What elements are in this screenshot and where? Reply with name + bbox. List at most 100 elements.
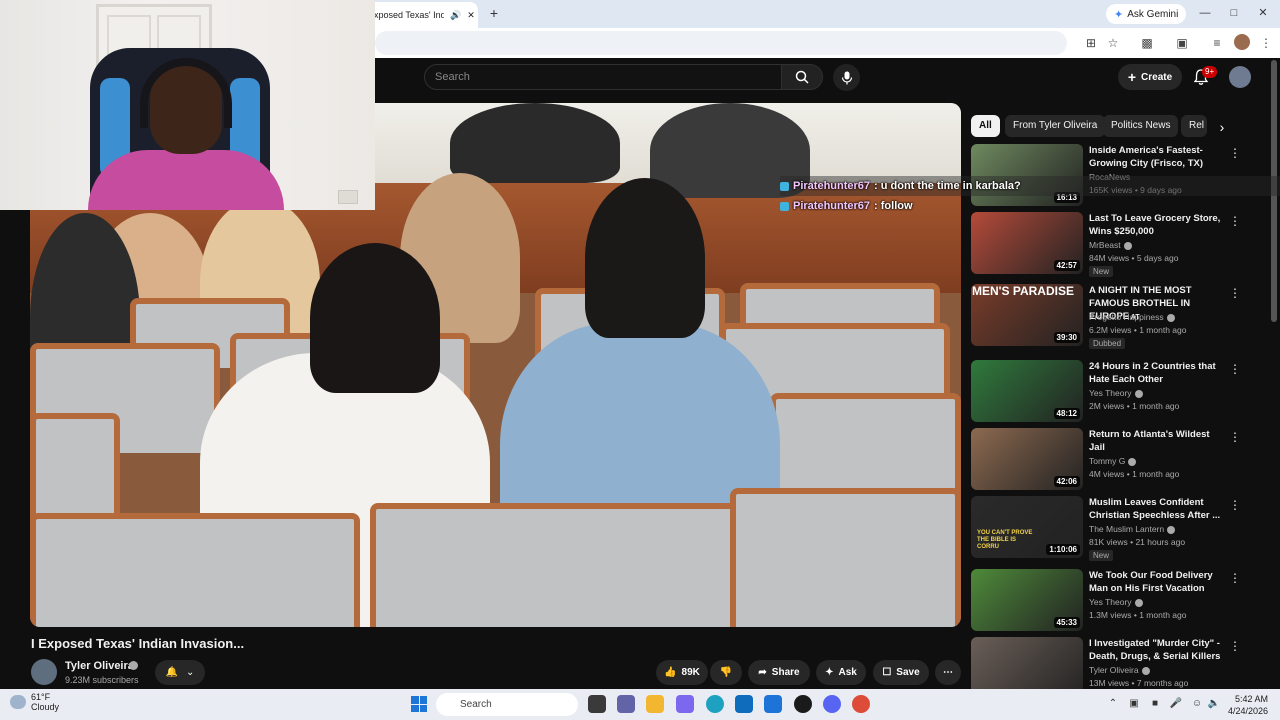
maximize-icon[interactable]: □ xyxy=(1227,6,1241,20)
discord-icon[interactable] xyxy=(823,695,841,713)
windows-icon[interactable] xyxy=(411,696,427,712)
recommendation-meta: 6.2M views • 1 month ago xyxy=(1089,325,1187,335)
clock-time: 5:42 AM xyxy=(1235,694,1269,704)
chevron-up-icon[interactable]: ⌃ xyxy=(1106,697,1120,711)
recommendation-item[interactable]: 42:57 Last To Leave Grocery Store, Wins $… xyxy=(971,212,1251,277)
account-avatar[interactable] xyxy=(1229,66,1251,88)
more-options-icon[interactable]: ⋮ xyxy=(1229,146,1241,160)
share-button[interactable]: ➦ Share xyxy=(748,660,810,685)
file-explorer-icon[interactable] xyxy=(646,695,664,713)
ask-button[interactable]: ✦ Ask xyxy=(816,660,866,685)
recommendation-item[interactable]: YOU CAN'T PROVE THE BIBLE IS CORRU 1:10:0… xyxy=(971,496,1251,561)
more-options-icon[interactable]: ⋮ xyxy=(1229,639,1241,653)
share-icon: ➦ xyxy=(758,667,767,678)
video-thumbnail[interactable]: 45:33 xyxy=(971,569,1083,631)
like-icon: 👍 xyxy=(664,667,677,678)
browser-menu-icon[interactable]: ⋮ xyxy=(1258,35,1274,51)
audio-icon[interactable]: 🔊 xyxy=(450,10,461,21)
close-tab-icon[interactable]: ✕ xyxy=(467,10,475,21)
wifi-icon[interactable]: ☺ xyxy=(1190,697,1204,711)
recommendation-item[interactable]: 45:33 We Took Our Food Delivery Man on Hi… xyxy=(971,569,1251,633)
channel-avatar[interactable] xyxy=(31,659,57,685)
recommendation-item[interactable]: 42:06 Return to Atlanta's Wildest Jail Tom… xyxy=(971,428,1251,492)
install-icon[interactable]: ⊞ xyxy=(1083,35,1099,51)
search-input[interactable]: Search xyxy=(424,64,782,90)
chat-overlay: Piratehunter67 : u dont the time in karb… xyxy=(780,176,1280,216)
teams-icon[interactable] xyxy=(617,695,635,713)
recommendation-channel[interactable]: MrBeast xyxy=(1089,240,1132,250)
cast-icon[interactable]: ▣ xyxy=(1174,35,1190,51)
minimize-icon[interactable]: — xyxy=(1198,6,1212,20)
outlook-icon[interactable] xyxy=(764,695,782,713)
search-button[interactable] xyxy=(781,64,823,90)
more-options-icon[interactable]: ⋮ xyxy=(1229,362,1241,376)
more-actions-button[interactable]: ⋯ xyxy=(935,660,961,685)
ask-gemini-button[interactable]: ✦ Ask Gemini xyxy=(1106,4,1187,24)
more-options-icon[interactable]: ⋮ xyxy=(1229,571,1241,585)
chip-related[interactable]: Rel xyxy=(1181,115,1207,137)
chrome-icon[interactable] xyxy=(852,695,870,713)
recommendation-title[interactable]: I Investigated "Murder City" - Death, Dr… xyxy=(1089,637,1223,663)
recommendation-channel[interactable]: Yes Theory xyxy=(1089,388,1143,398)
task-view-icon[interactable] xyxy=(588,695,606,713)
recommendation-item[interactable]: 48:12 24 Hours in 2 Countries that Hate E… xyxy=(971,360,1251,424)
subscribed-button[interactable]: 🔔 ⌄ xyxy=(155,660,205,685)
video-thumbnail[interactable]: 48:12 xyxy=(971,360,1083,422)
recommendation-title[interactable]: Muslim Leaves Confident Christian Speech… xyxy=(1089,496,1223,522)
taskbar-search[interactable]: Search xyxy=(436,693,578,716)
dislike-button[interactable]: 👎 xyxy=(710,660,742,685)
subscriber-count: 9.23M subscribers xyxy=(65,675,139,685)
channel-name[interactable]: Tyler Oliveira xyxy=(65,660,134,672)
new-tab-button[interactable]: + xyxy=(486,5,502,21)
save-button[interactable]: ☐ Save xyxy=(873,660,929,685)
copilot-icon[interactable] xyxy=(676,695,694,713)
tray-app-icon[interactable]: ■ xyxy=(1148,697,1162,711)
chip-politics-news[interactable]: Politics News xyxy=(1103,115,1179,137)
verified-icon xyxy=(1167,525,1176,534)
app-icon[interactable] xyxy=(794,695,812,713)
close-window-icon[interactable]: ✕ xyxy=(1256,6,1270,20)
verified-icon xyxy=(1128,457,1137,466)
chat-username: Piratehunter67 xyxy=(793,200,871,212)
profile-avatar[interactable] xyxy=(1234,34,1250,50)
store-icon[interactable] xyxy=(735,695,753,713)
mic-icon[interactable]: 🎤 xyxy=(1169,697,1183,711)
mic-icon xyxy=(841,71,852,84)
extensions-icon[interactable]: ▩ xyxy=(1139,35,1155,51)
like-button[interactable]: 👍 89K xyxy=(656,660,708,685)
video-thumbnail[interactable]: YOU CAN'T PROVE THE BIBLE IS CORRU 1:10:0… xyxy=(971,496,1083,558)
recommendation-title[interactable]: Return to Atlanta's Wildest Jail xyxy=(1089,428,1223,454)
weather-widget[interactable]: 61°F Cloudy xyxy=(10,692,59,712)
recommendation-title[interactable]: 24 Hours in 2 Countries that Hate Each O… xyxy=(1089,360,1223,386)
verified-icon xyxy=(1134,598,1143,607)
more-options-icon[interactable]: ⋮ xyxy=(1229,430,1241,444)
recommendation-channel[interactable]: Tyler Oliveira xyxy=(1089,665,1150,675)
edge-icon[interactable] xyxy=(706,695,724,713)
browser-tab[interactable]: xposed Texas' Indian I 🔊 ✕ xyxy=(360,2,478,28)
tray-app-icon[interactable]: ▣ xyxy=(1127,697,1141,711)
video-seat xyxy=(370,503,750,627)
more-options-icon[interactable]: ⋮ xyxy=(1229,214,1241,228)
recommendation-channel[interactable]: Yes Theory xyxy=(1089,597,1143,607)
recommendation-channel[interactable]: The Muslim Lantern xyxy=(1089,524,1176,534)
chevron-right-icon[interactable]: › xyxy=(1214,119,1230,135)
more-options-icon[interactable]: ⋮ xyxy=(1229,286,1241,300)
voice-search-button[interactable] xyxy=(833,64,860,91)
address-bar[interactable] xyxy=(375,31,1067,55)
weather-condition: Cloudy xyxy=(31,702,60,712)
system-clock[interactable]: 5:42 AM 4/24/2026 xyxy=(1228,693,1268,717)
recommendation-title[interactable]: Inside America's Fastest-Growing City (F… xyxy=(1089,144,1223,170)
video-thumbnail[interactable]: 42:57 xyxy=(971,212,1083,274)
create-button[interactable]: + Create xyxy=(1118,64,1182,90)
chip-all[interactable]: All xyxy=(971,115,1000,137)
verified-icon xyxy=(1166,313,1175,322)
chip-from-channel[interactable]: From Tyler Oliveira xyxy=(1005,115,1106,137)
bookmark-star-icon[interactable]: ☆ xyxy=(1105,35,1121,51)
more-options-icon[interactable]: ⋮ xyxy=(1229,498,1241,512)
reading-list-icon[interactable]: ≡ xyxy=(1209,35,1225,51)
recommendation-channel[interactable]: Progetto Happiness xyxy=(1089,312,1175,322)
recommendation-channel[interactable]: Tommy G xyxy=(1089,456,1137,466)
volume-icon[interactable]: 🔈 xyxy=(1207,697,1221,711)
video-thumbnail[interactable]: 42:06 xyxy=(971,428,1083,490)
recommendation-title[interactable]: We Took Our Food Delivery Man on His Fir… xyxy=(1089,569,1223,595)
